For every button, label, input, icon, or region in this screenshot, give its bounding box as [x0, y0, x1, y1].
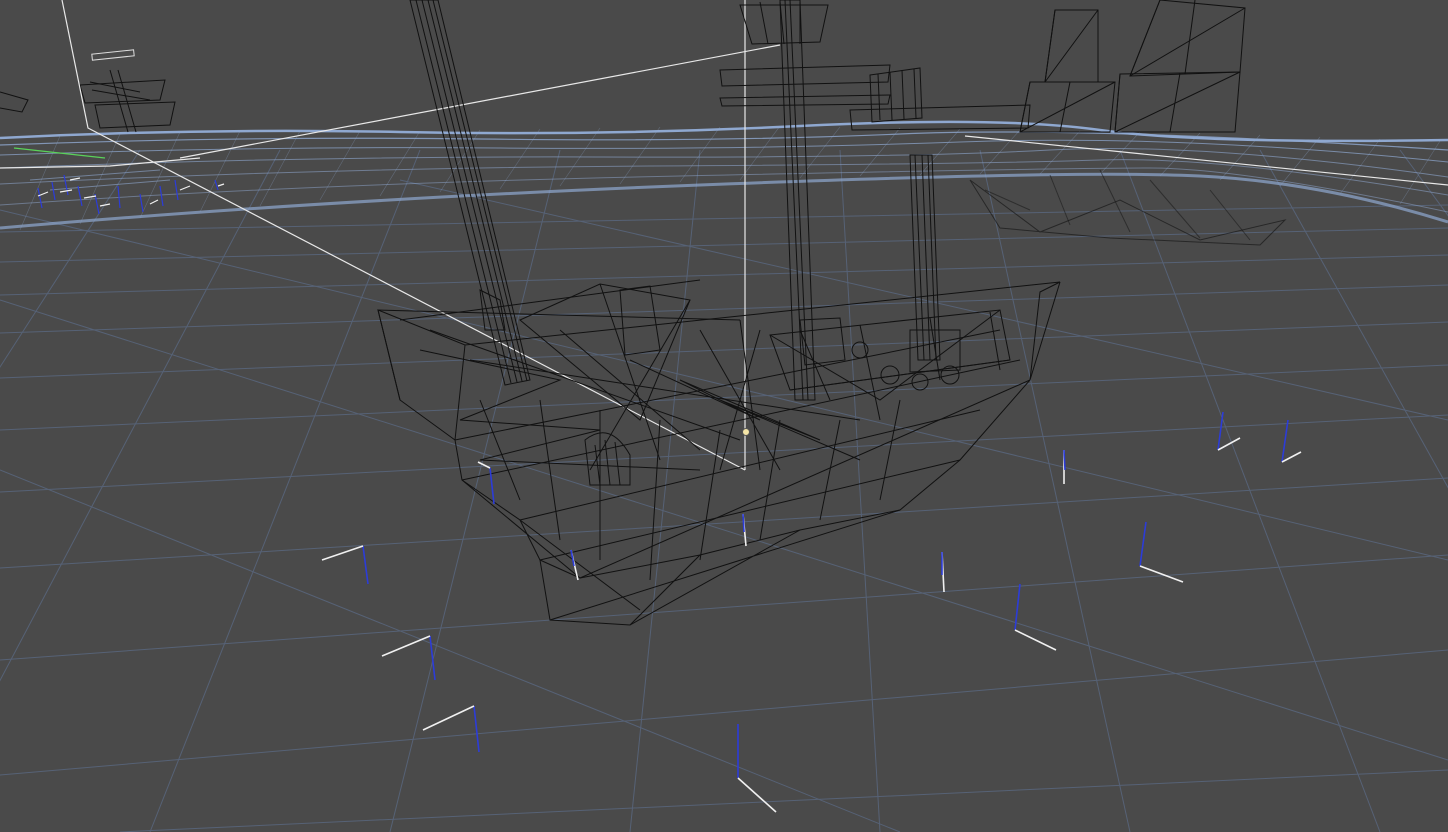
viewport-canvas[interactable]: [0, 0, 1448, 832]
scene-viewport[interactable]: [0, 0, 1448, 832]
light-icon[interactable]: [742, 428, 750, 436]
viewport-background: [0, 0, 1448, 832]
